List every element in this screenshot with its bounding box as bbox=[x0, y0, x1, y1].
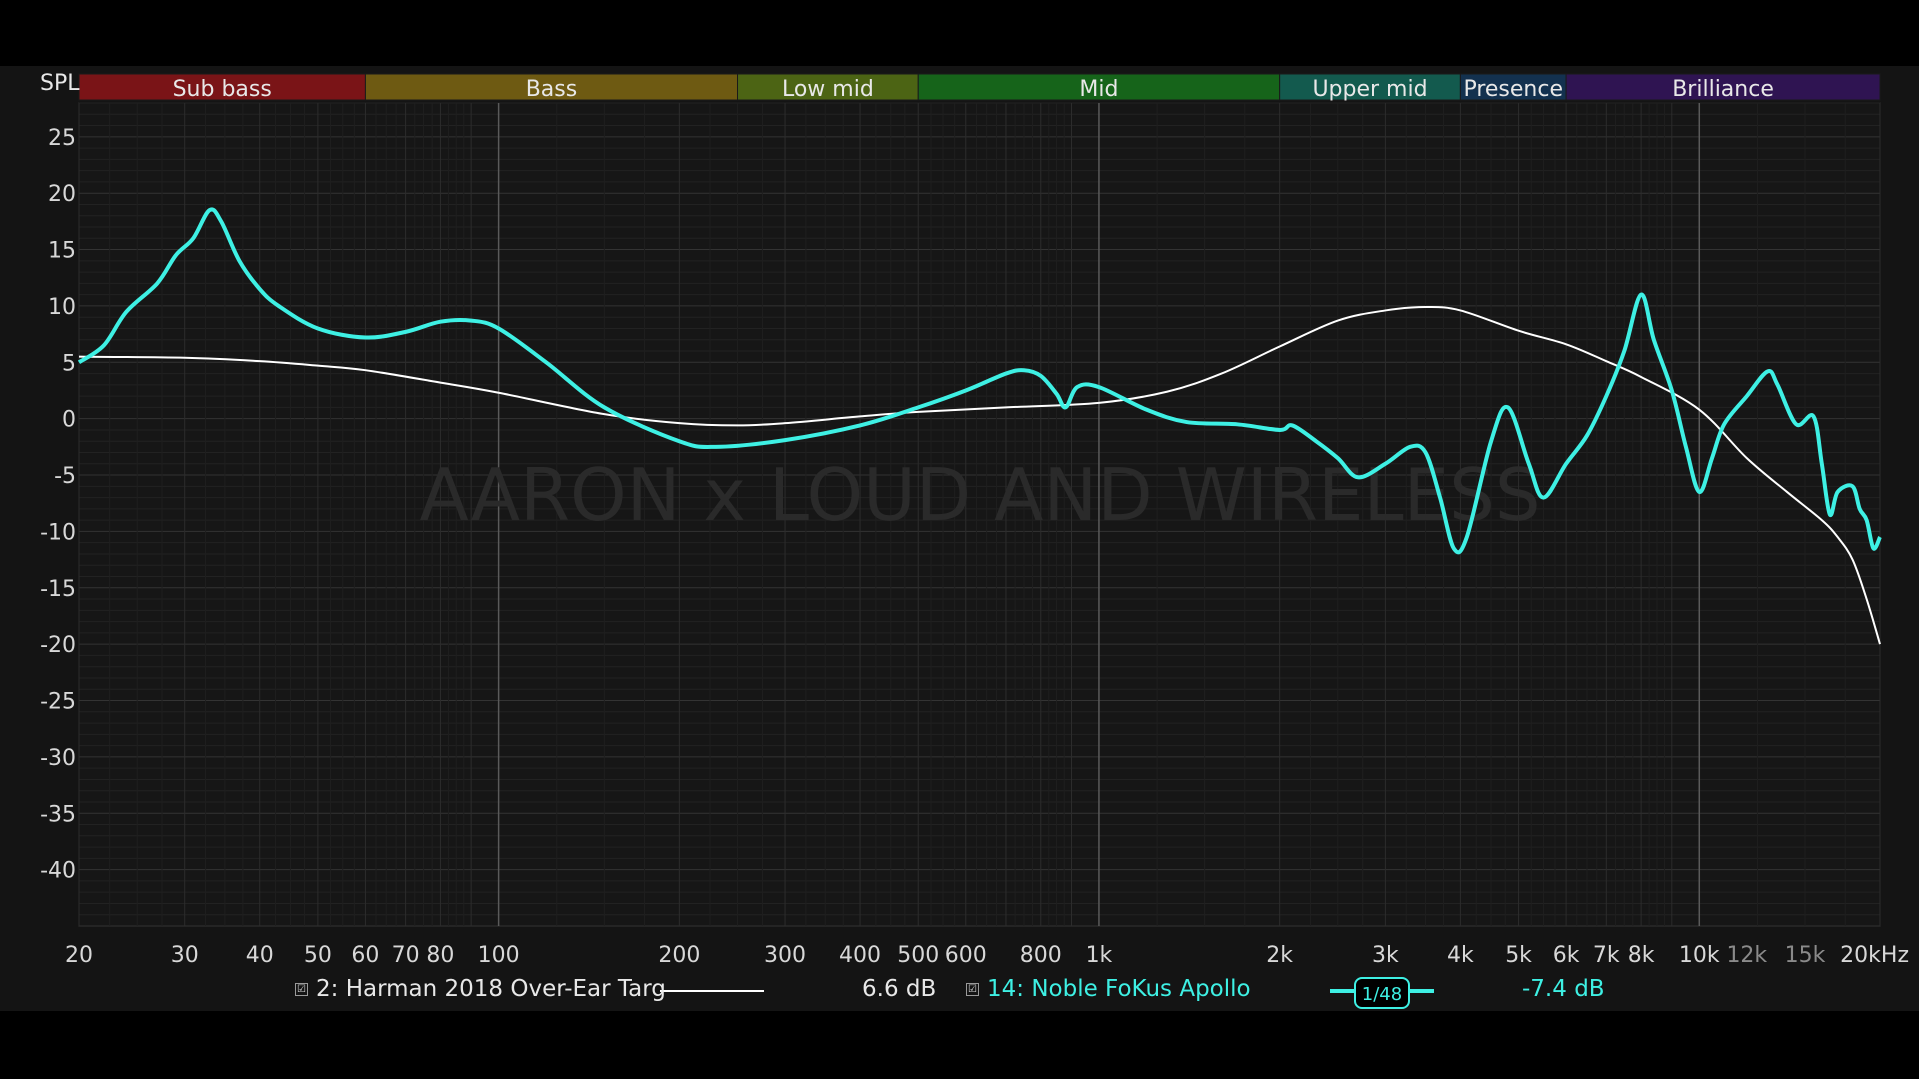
y-tick-label: 5 bbox=[62, 351, 76, 376]
target-offset: 6.6 dB bbox=[862, 976, 937, 1002]
y-tick-label: 15 bbox=[48, 239, 76, 264]
y-tick-label: 20 bbox=[48, 182, 76, 207]
x-tick-label: 200 bbox=[658, 943, 700, 968]
x-tick-label: 60 bbox=[351, 943, 379, 968]
x-tick-label: 300 bbox=[764, 943, 806, 968]
y-tick-label: 10 bbox=[48, 295, 76, 320]
x-tick-label: 20kHz bbox=[1840, 943, 1909, 968]
band-label-1: Bass bbox=[526, 77, 578, 102]
y-tick-label: -25 bbox=[40, 690, 76, 715]
legend-item-target[interactable]: ☑ 2: Harman 2018 Over-Ear Targ bbox=[295, 976, 666, 1002]
x-tick-label: 2k bbox=[1266, 943, 1293, 968]
y-tick-label: -35 bbox=[40, 802, 76, 827]
legend-item-measurement[interactable]: ☑ 14: Noble FoKus Apollo bbox=[966, 976, 1251, 1002]
frequency-response-chart: Sub bass Bass Low mid Mid Upper mid Presence B… bbox=[40, 71, 1909, 1009]
y-tick-label: -15 bbox=[40, 577, 76, 602]
x-tick-label: 40 bbox=[246, 943, 274, 968]
spl-axis-label: SPL bbox=[40, 71, 80, 96]
x-tick-label: 5k bbox=[1505, 943, 1532, 968]
band-label-2: Low mid bbox=[782, 77, 874, 102]
x-tick-label: 30 bbox=[171, 943, 199, 968]
x-tick-label: 50 bbox=[304, 943, 332, 968]
watermark: AARON x LOUD AND WIRELESS bbox=[419, 453, 1540, 537]
measurement-checkbox[interactable]: ☑ bbox=[966, 983, 979, 996]
y-tick-label: -10 bbox=[40, 520, 76, 545]
smoothing-label: 1/48 bbox=[1362, 984, 1402, 1005]
y-tick-label: -5 bbox=[54, 464, 76, 489]
y-tick-label: 0 bbox=[62, 408, 76, 433]
y-tick-label: -20 bbox=[40, 633, 76, 658]
x-tick-label: 7k bbox=[1593, 943, 1620, 968]
x-tick-label: 600 bbox=[945, 943, 987, 968]
y-tick-label: 25 bbox=[48, 126, 76, 151]
x-tick-label: 1k bbox=[1086, 943, 1113, 968]
x-tick-label: 80 bbox=[426, 943, 454, 968]
x-axis: 20 30 40 50 60 70 80 100 200 300 400 500 600 800 1k 2k 3… bbox=[65, 943, 1909, 968]
x-tick-label: 6k bbox=[1553, 943, 1580, 968]
x-tick-label: 20 bbox=[65, 943, 93, 968]
band-label-4: Upper mid bbox=[1312, 77, 1427, 102]
x-tick-label: 3k bbox=[1372, 943, 1399, 968]
frequency-bands: Sub bass Bass Low mid Mid Upper mid Presence B… bbox=[78, 73, 1881, 102]
x-tick-label: 8k bbox=[1628, 943, 1655, 968]
x-tick-label: 15k bbox=[1785, 943, 1826, 968]
band-label-6: Brilliance bbox=[1672, 77, 1774, 102]
y-tick-label: -30 bbox=[40, 746, 76, 771]
x-tick-label: 12k bbox=[1726, 943, 1767, 968]
x-tick-label: 10k bbox=[1679, 943, 1720, 968]
x-tick-label: 400 bbox=[839, 943, 881, 968]
y-tick-label: -40 bbox=[40, 859, 76, 884]
y-axis: 25 20 15 10 5 0 -5 -10 -15 -20 -25 -30 -35 -40 bbox=[40, 126, 76, 884]
measurement-offset: -7.4 dB bbox=[1522, 976, 1605, 1002]
x-tick-label: 4k bbox=[1447, 943, 1474, 968]
x-tick-label: 500 bbox=[897, 943, 939, 968]
band-label-3: Mid bbox=[1079, 77, 1118, 102]
measurement-label: 14: Noble FoKus Apollo bbox=[987, 976, 1251, 1002]
x-tick-label: 70 bbox=[392, 943, 420, 968]
x-tick-label: 800 bbox=[1020, 943, 1062, 968]
target-label: 2: Harman 2018 Over-Ear Targ bbox=[316, 976, 666, 1002]
band-label-0: Sub bass bbox=[173, 77, 272, 102]
band-label-5: Presence bbox=[1463, 77, 1563, 102]
x-tick-label: 100 bbox=[478, 943, 520, 968]
target-checkbox[interactable]: ☑ bbox=[295, 983, 308, 996]
